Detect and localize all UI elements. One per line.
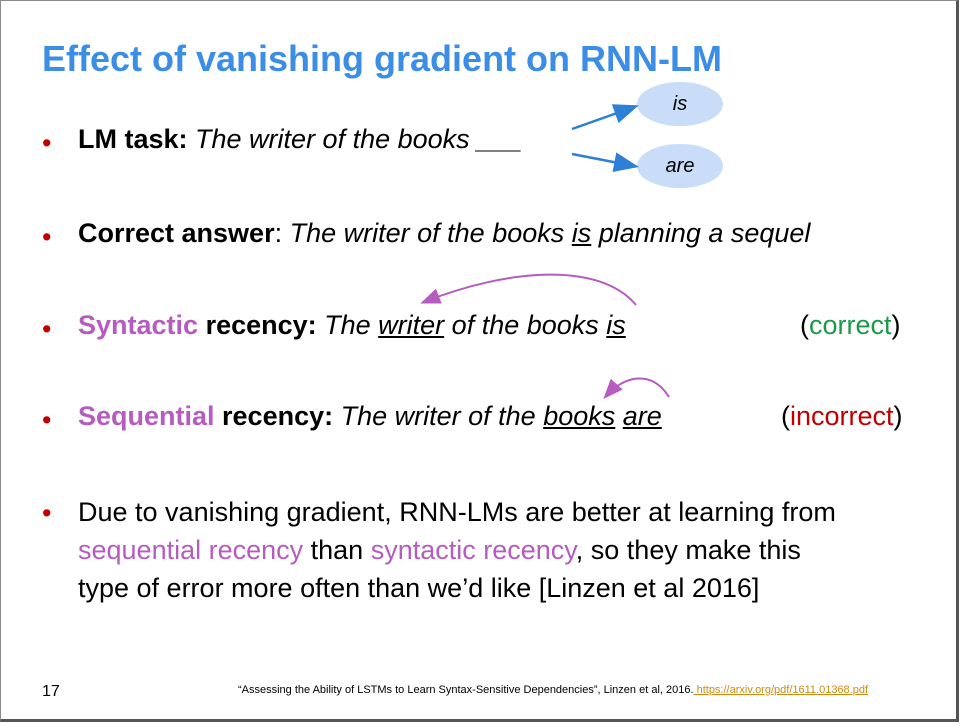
para-line-2: sequential recency than syntactic recenc… — [78, 531, 836, 569]
paren: ) — [891, 310, 901, 340]
syntactic-recency-phrase: syntactic recency — [370, 535, 576, 565]
answer-text-end: planning a sequel — [591, 218, 811, 248]
paren: ( — [781, 401, 790, 431]
correct-answer-line: Correct answer: The writer of the books … — [78, 218, 810, 249]
bullet-marker: • — [42, 498, 52, 528]
correct-note: (correct) — [800, 310, 901, 341]
correct-word: correct — [809, 310, 892, 340]
answer-text: The writer of the books — [289, 218, 572, 248]
oval-is: is — [637, 82, 723, 126]
bullet-marker: • — [42, 405, 52, 435]
paren: ( — [800, 310, 809, 340]
sequential-recency-phrase: sequential recency — [78, 535, 304, 565]
sequential-label: Sequential — [78, 401, 215, 431]
incorrect-note: (incorrect) — [781, 401, 903, 432]
slide-title: Effect of vanishing gradient on RNN-LM — [42, 38, 722, 79]
para-line-1: Due to vanishing gradient, RNN-LMs are b… — [78, 497, 836, 527]
seq-text: The writer of the — [333, 401, 544, 431]
lm-task-line: LM task: The writer of the books ___ — [78, 124, 522, 155]
syn-underline-is: is — [606, 310, 626, 340]
seq-underline-are: are — [622, 401, 662, 431]
answer-underlined: is — [571, 218, 592, 248]
colon: : — [274, 218, 290, 248]
paren: ) — [893, 401, 903, 431]
para-text: than — [303, 535, 371, 565]
sequential-recency-line: Sequential recency: The writer of the bo… — [78, 401, 662, 432]
para-line-3: type of error more often than we’d like … — [78, 573, 760, 603]
lm-task-label: LM task: — [78, 124, 188, 154]
recency-label: recency: — [198, 310, 317, 340]
lm-task-text: The writer of the books ___ — [187, 124, 523, 154]
bullet-marker: • — [42, 128, 52, 158]
correct-answer-label: Correct answer — [78, 218, 275, 248]
bullet-marker: • — [42, 222, 52, 252]
syn-text-mid: of the books — [444, 310, 607, 340]
bullet-marker: • — [42, 314, 52, 344]
page-number: 17 — [42, 683, 60, 700]
para-text: , so they make this — [575, 535, 801, 565]
incorrect-word: incorrect — [790, 401, 894, 431]
slide-frame — [0, 0, 959, 722]
arxiv-link[interactable]: https://arxiv.org/pdf/1611.01368.pdf — [694, 684, 868, 696]
syntactic-label: Syntactic — [78, 310, 199, 340]
footer-citation: “Assessing the Ability of LSTMs to Learn… — [238, 684, 868, 696]
syn-underline-writer: writer — [378, 310, 445, 340]
syn-text: The — [316, 310, 379, 340]
seq-underline-books: books — [543, 401, 616, 431]
citation-text: “Assessing the Ability of LSTMs to Learn… — [238, 684, 694, 696]
oval-are: are — [637, 144, 723, 188]
syntactic-recency-line: Syntactic recency: The writer of the boo… — [78, 310, 626, 341]
vanishing-gradient-paragraph: Due to vanishing gradient, RNN-LMs are b… — [78, 493, 836, 607]
recency-label: recency: — [214, 401, 334, 431]
